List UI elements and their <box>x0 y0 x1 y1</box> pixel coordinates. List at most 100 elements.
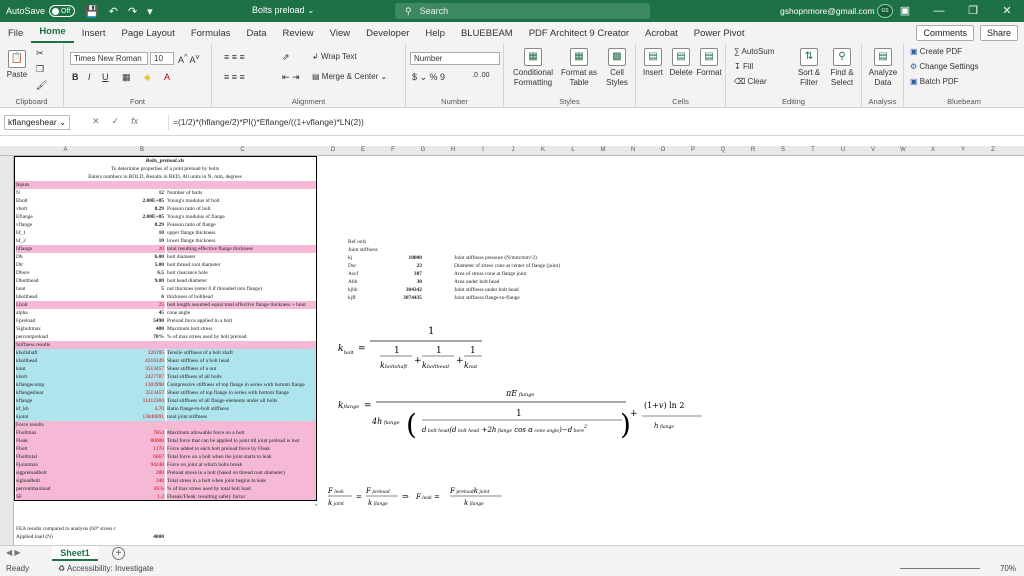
cell-c[interactable]: Force on joint at which bolts break <box>167 461 317 469</box>
tab-pdf-architect-9-creator[interactable]: PDF Architect 9 Creator <box>521 28 637 39</box>
cell-b[interactable]: 6.00 <box>116 253 165 261</box>
underline-button[interactable]: U <box>102 72 109 82</box>
cell-c[interactable]: lower flange thickness <box>167 237 317 245</box>
ref-cell-b[interactable]: 387 <box>366 270 422 278</box>
column-header-t[interactable]: T <box>798 147 828 153</box>
analyze-data-button[interactable]: ▤ Analyze Data <box>866 48 900 88</box>
cell-b[interactable]: 13840091 <box>116 413 165 421</box>
worksheet-grid[interactable]: 1 Bolts_preload.xls 2 To determine prope… <box>14 156 1024 545</box>
indent-icon[interactable]: ⇤ ⇥ <box>282 72 300 83</box>
autosave-toggle[interactable]: Off <box>49 5 76 17</box>
merge-center-button[interactable]: ▤ Merge & Center ⌄ <box>312 72 387 81</box>
cell-a[interactable]: percentmaxload <box>16 485 116 493</box>
ref-cell-a[interactable]: Ascf <box>348 270 358 278</box>
zoom-level[interactable]: 70% <box>1000 564 1016 573</box>
cancel-icon[interactable]: ✕ <box>92 116 100 127</box>
autosum-button[interactable]: ∑ AutoSum <box>734 47 774 56</box>
ref-cell-b[interactable]: 304342 <box>366 286 422 294</box>
cell-b[interactable]: 2.00E+05 <box>116 213 165 221</box>
column-header-g[interactable]: G <box>408 147 438 153</box>
cell-c[interactable]: Young's modulus of bolt <box>167 197 317 205</box>
format-painter-icon[interactable]: 🖌 <box>36 80 47 91</box>
cell-a[interactable]: vflange <box>16 221 116 229</box>
column-header-p[interactable]: P <box>678 147 708 153</box>
conditional-formatting-button[interactable]: ▦ Conditional Formatting <box>510 48 556 88</box>
cell-a[interactable]: kf_kb <box>16 405 116 413</box>
cell-c[interactable]: Force added to each bolt preload force b… <box>167 445 317 453</box>
cell-b[interactable]: 1303998 <box>116 381 165 389</box>
cell-c[interactable]: cone angle <box>167 309 317 317</box>
cell-a[interactable]: Eflange <box>16 213 116 221</box>
zoom-slider[interactable] <box>900 568 980 569</box>
fleak-equation-image[interactable]: F leak k joint = F preload k flange ⇒ F … <box>326 483 516 509</box>
cell-a[interactable]: N <box>16 189 116 197</box>
cell-a[interactable]: hflange <box>16 245 116 253</box>
cell-c[interactable]: % of max stress used by total bolt load <box>167 485 317 493</box>
cell-a[interactable]: Fbolt <box>16 445 116 453</box>
cell-a[interactable]: Dtr <box>16 261 116 269</box>
cell-c[interactable]: Poisson ratio of bolt <box>167 205 317 213</box>
cell-c[interactable]: Preload stress in a bolt (based on threa… <box>167 469 317 477</box>
column-header-e[interactable]: E <box>348 147 378 153</box>
cell-c[interactable]: total joint stiffness <box>167 413 317 421</box>
cell-b[interactable]: 6 <box>116 293 165 301</box>
cell-b[interactable]: 3513457 <box>116 365 165 373</box>
ribbon-display-icon[interactable]: ▣ <box>888 0 922 22</box>
column-header-v[interactable]: V <box>858 147 888 153</box>
column-header-c[interactable]: C <box>167 147 318 153</box>
cell-c[interactable]: Maximum allowable force on a bolt <box>167 429 317 437</box>
cell-a[interactable]: hf_1 <box>16 229 116 237</box>
grow-font-icon[interactable]: A^ Av <box>178 52 199 65</box>
cell-b[interactable]: 3513457 <box>116 389 165 397</box>
cell-b[interactable]: 4000 <box>116 533 165 541</box>
cell-b[interactable]: 2.00E+05 <box>116 197 165 205</box>
cell-b[interactable]: 6667 <box>116 453 165 461</box>
sheet-subtitle[interactable]: To determine properties of a joint prelo… <box>14 165 316 173</box>
batch-pdf-button[interactable]: ▣ Batch PDF <box>910 77 958 86</box>
cell-b[interactable]: 7854 <box>116 429 165 437</box>
cell-c[interactable]: Ratio flange-to-bolt stiffness <box>167 405 317 413</box>
cell-c[interactable]: Total force that can be applied to joint… <box>167 437 317 445</box>
cell-b[interactable]: 9.00 <box>116 277 165 285</box>
wrap-text-button[interactable]: ↲ Wrap Text <box>312 52 357 61</box>
column-header-m[interactable]: M <box>588 147 618 153</box>
cell-b[interactable]: 12 <box>116 189 165 197</box>
sheet-instructions[interactable]: Enters numbers in BOLD, Results in RED, … <box>14 173 316 181</box>
cell-a[interactable]: Force results <box>16 421 116 429</box>
cell-a[interactable]: Fjointmax <box>16 461 116 469</box>
document-title[interactable]: Bolts preload ⌄ <box>252 5 315 16</box>
cell-a[interactable]: hbolthead <box>16 293 116 301</box>
font-size-select[interactable]: 10 <box>150 52 174 65</box>
close-icon[interactable]: ✕ <box>990 0 1024 22</box>
cell-c[interactable]: nut thicknes (enter 0 if threaded into f… <box>167 285 317 293</box>
cell-b[interactable]: 0.29 <box>116 205 165 213</box>
cell-b[interactable]: 400 <box>116 325 165 333</box>
customize-icon[interactable]: ▾ <box>147 5 153 18</box>
cell-a[interactable]: Fleak <box>16 437 116 445</box>
column-header-z[interactable]: Z <box>978 147 1008 153</box>
column-header-a[interactable]: A <box>14 147 117 153</box>
column-header-q[interactable]: Q <box>708 147 738 153</box>
align-top-icon[interactable]: ≡ ≡ ≡ <box>224 52 245 62</box>
cell-a[interactable]: sigpreloadbolt <box>16 469 116 477</box>
cut-icon[interactable]: ✂ <box>36 48 44 59</box>
find-select-button[interactable]: ⚲ Find & Select <box>826 48 858 88</box>
restore-icon[interactable]: ❐ <box>956 0 990 22</box>
column-header-j[interactable]: J <box>498 147 528 153</box>
ref-cell-c[interactable]: Area under bolt head <box>454 278 499 286</box>
cell-b[interactable]: 1.2 <box>116 493 165 501</box>
ref-cell-c[interactable]: Joint stiffness under bolt head <box>454 286 519 294</box>
italic-button[interactable]: I <box>88 72 91 82</box>
cell-b[interactable]: 6.5 <box>116 269 165 277</box>
column-header-y[interactable]: Y <box>948 147 978 153</box>
cell-b[interactable]: 0.29 <box>116 221 165 229</box>
ref-cell-a[interactable]: kjff <box>348 294 356 302</box>
cell-a[interactable]: kflangecomp <box>16 381 116 389</box>
cell-a[interactable]: vbolt <box>16 205 116 213</box>
cell-a[interactable]: Dbolthead <box>16 277 116 285</box>
column-header-o[interactable]: O <box>648 147 678 153</box>
cell-c[interactable]: Total stiffness of all bolts <box>167 373 317 381</box>
cell-a[interactable]: kflange <box>16 397 116 405</box>
change-settings-button[interactable]: ⚙ Change Settings <box>910 62 979 71</box>
cell-c[interactable]: total resulting effective flange thickne… <box>167 245 317 253</box>
